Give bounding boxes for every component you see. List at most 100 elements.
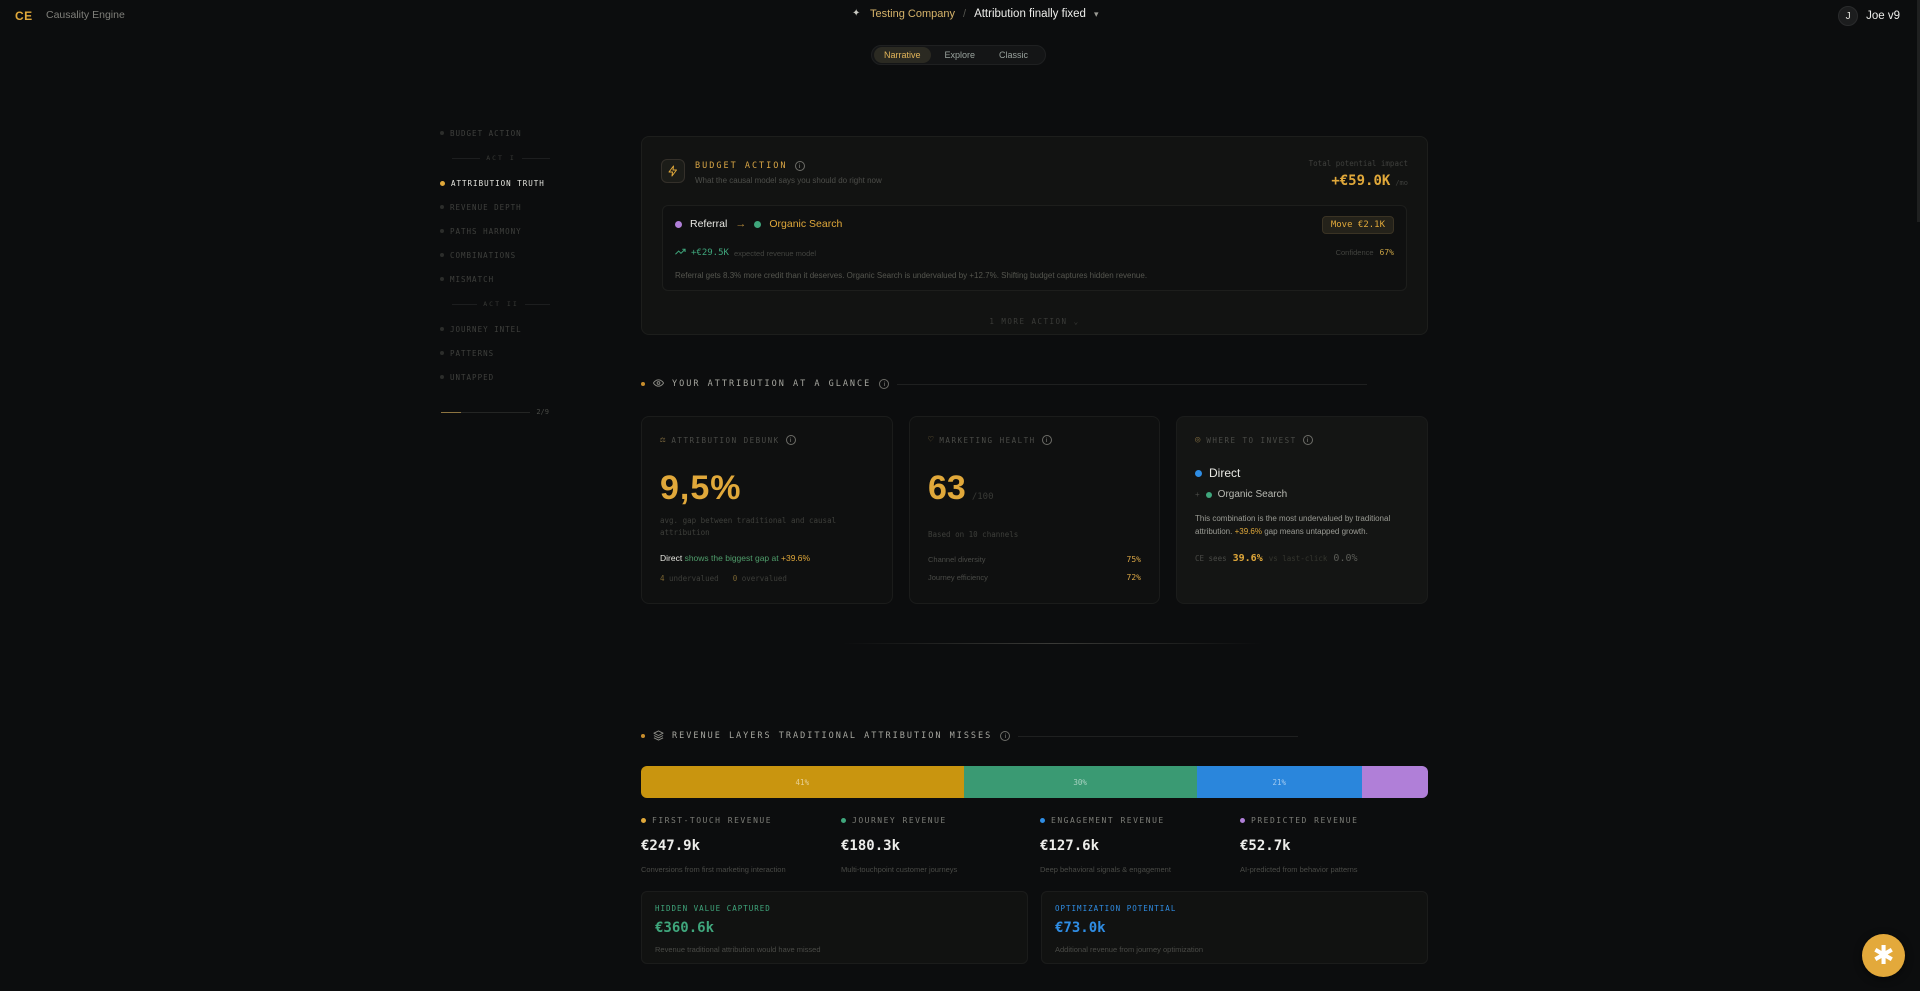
gap-value: +39.6% (781, 553, 811, 563)
nav-label: UNTAPPED (450, 372, 495, 382)
breadcrumb: ✦ Testing Company / Attribution finally … (852, 8, 1098, 20)
more-actions-button[interactable]: 1 MORE ACTION ⌄ (642, 317, 1427, 326)
nav-item-mismatch[interactable]: MISMATCH (440, 273, 550, 285)
revenue-segment: 21% (1196, 766, 1362, 798)
impact-label: Total potential impact (1308, 159, 1408, 168)
act-line (452, 157, 481, 159)
chevron-down-icon[interactable]: ▾ (1094, 9, 1099, 20)
channel-dot-direct (1195, 469, 1202, 477)
impact-unit: /mo (1395, 179, 1408, 187)
attribution-debunk-card[interactable]: ⚖ ATTRIBUTION DEBUNK i 9,5% avg. gap bet… (641, 416, 893, 604)
breadcrumb-project[interactable]: Attribution finally fixed (974, 8, 1086, 20)
layer-engagement: ENGAGEMENT REVENUE €127.6k Deep behavior… (1040, 816, 1230, 874)
nav-item-patterns[interactable]: PATTERNS (440, 347, 550, 359)
nav-act-divider: ACT II (440, 298, 551, 310)
primary-channel-label: Direct (1209, 466, 1241, 480)
scale-icon: ⚖ (660, 435, 666, 445)
metric-value: 72% (1126, 573, 1141, 582)
avg-gap-value: 9,5% (660, 469, 742, 507)
action-item[interactable]: Referral → Organic Search Move €2.1K +€2… (662, 205, 1407, 291)
health-score-denominator: /100 (971, 492, 994, 502)
act-line (452, 303, 478, 305)
confidence: Confidence 67% (1336, 248, 1394, 257)
marketing-health-card[interactable]: ♡ MARKETING HEALTH i 63 /100 Based on 10… (909, 416, 1160, 604)
nav-act-divider: ACT I (440, 152, 551, 164)
overvalued-count: 0 (732, 574, 738, 583)
avatar[interactable]: J (1838, 6, 1859, 26)
hidden-value-card: HIDDEN VALUE CAPTURED €360.6k Revenue tr… (641, 891, 1028, 964)
nav-label: BUDGET ACTION (450, 128, 522, 138)
card-title: ATTRIBUTION DEBUNK (671, 435, 780, 445)
where-to-invest-card[interactable]: ◎ WHERE TO INVEST i Direct + Organic Sea… (1176, 416, 1428, 604)
layer-header: JOURNEY REVENUE (841, 816, 1031, 825)
layer-dot (841, 818, 846, 823)
secondary-channel-label: Organic Search (1217, 489, 1288, 500)
tab-narrative[interactable]: Narrative (874, 47, 931, 63)
app-logo[interactable]: CE (15, 9, 33, 23)
info-icon[interactable]: i (785, 435, 796, 445)
breadcrumb-separator: / (963, 8, 967, 20)
breadcrumb-company[interactable]: Testing Company (870, 8, 955, 20)
invest-comparison: CE sees 39.6% vs last-click 0.0% (1195, 553, 1358, 564)
revenue-layers-bar: 41% 30% 21% (641, 766, 1428, 798)
company-icon: ✦ (852, 8, 861, 19)
layer-dot (1240, 818, 1245, 823)
user-menu[interactable]: J Joe v9 (1838, 6, 1900, 26)
nav-item-revenue-depth[interactable]: REVENUE DEPTH (440, 201, 550, 213)
nav-dot (440, 375, 444, 379)
health-caption: Based on 10 channels (928, 530, 1019, 539)
nav-item-combinations[interactable]: COMBINATIONS (440, 249, 550, 261)
layer-value: €180.3k (841, 838, 901, 854)
gap-channel: Direct (660, 553, 683, 563)
section-dot (641, 382, 645, 386)
hidden-value-amount: €360.6k (655, 920, 715, 936)
impact-value: +€59.0K (1331, 173, 1391, 189)
gain-label: expected revenue model (733, 248, 817, 258)
impact-value-group: +€59.0K /mo (1331, 173, 1408, 189)
invest-primary-channel: Direct (1195, 466, 1240, 480)
tab-explore[interactable]: Explore (935, 47, 986, 63)
confidence-value: 67% (1379, 248, 1394, 257)
info-icon[interactable]: i (1000, 731, 1011, 741)
info-icon[interactable]: i (794, 161, 805, 171)
avg-gap-caption: avg. gap between traditional and causal … (660, 516, 837, 537)
nav-dot (440, 327, 444, 331)
gain-value: +€29.5K (691, 248, 729, 258)
overvalued-count-group: 0 overvalued (733, 574, 787, 583)
card-title: WHERE TO INVEST (1206, 435, 1297, 445)
from-channel: Referral (690, 218, 728, 230)
glance-section-title: YOUR ATTRIBUTION AT A GLANCE (672, 379, 872, 389)
layer-header: FIRST-TOUCH REVENUE (641, 816, 831, 825)
layer-first-touch: FIRST-TOUCH REVENUE €247.9k Conversions … (641, 816, 831, 874)
hidden-value-title: HIDDEN VALUE CAPTURED (655, 904, 771, 913)
invest-secondary-channel: + Organic Search (1195, 489, 1287, 500)
value-counts: 4 undervalued 0 overvalued (660, 574, 787, 583)
user-name[interactable]: Joe v9 (1866, 10, 1900, 22)
section-divider (1018, 735, 1299, 737)
nav-item-budget-action[interactable]: BUDGET ACTION (440, 127, 550, 139)
info-icon[interactable]: i (1041, 435, 1052, 445)
layer-title: JOURNEY REVENUE (852, 816, 947, 825)
nav-item-untapped[interactable]: UNTAPPED (440, 371, 550, 383)
nav-item-journey-intel[interactable]: JOURNEY INTEL (440, 323, 550, 335)
optimization-amount: €73.0k (1055, 920, 1106, 936)
info-icon[interactable]: i (879, 379, 890, 389)
channel-dot-referral (675, 220, 682, 228)
glance-section-header: YOUR ATTRIBUTION AT A GLANCE i (641, 378, 1368, 390)
tab-classic[interactable]: Classic (989, 47, 1038, 63)
undervalued-count-group: 4 undervalued (660, 574, 719, 583)
move-budget-button[interactable]: Move €2.1K (1321, 216, 1394, 234)
undervalued-label: undervalued (669, 574, 719, 583)
info-icon[interactable]: i (1302, 435, 1313, 445)
assistant-button[interactable]: ✱ (1862, 934, 1905, 977)
plus-sign: + (1195, 490, 1200, 499)
nav-item-paths-harmony[interactable]: PATHS HARMONY (440, 225, 550, 237)
section-nav: BUDGET ACTION ACT I ATTRIBUTION TRUTH RE… (440, 127, 551, 383)
progress-track (441, 411, 531, 413)
nav-item-attribution-truth[interactable]: ATTRIBUTION TRUTH (440, 177, 550, 189)
undervalued-count: 4 (660, 574, 665, 583)
asterisk-icon: ✱ (1872, 940, 1895, 970)
nav-label: PATTERNS (450, 348, 495, 358)
nav-label: ATTRIBUTION TRUTH (451, 178, 545, 188)
layer-predicted: PREDICTED REVENUE €52.7k AI-predicted fr… (1240, 816, 1430, 874)
